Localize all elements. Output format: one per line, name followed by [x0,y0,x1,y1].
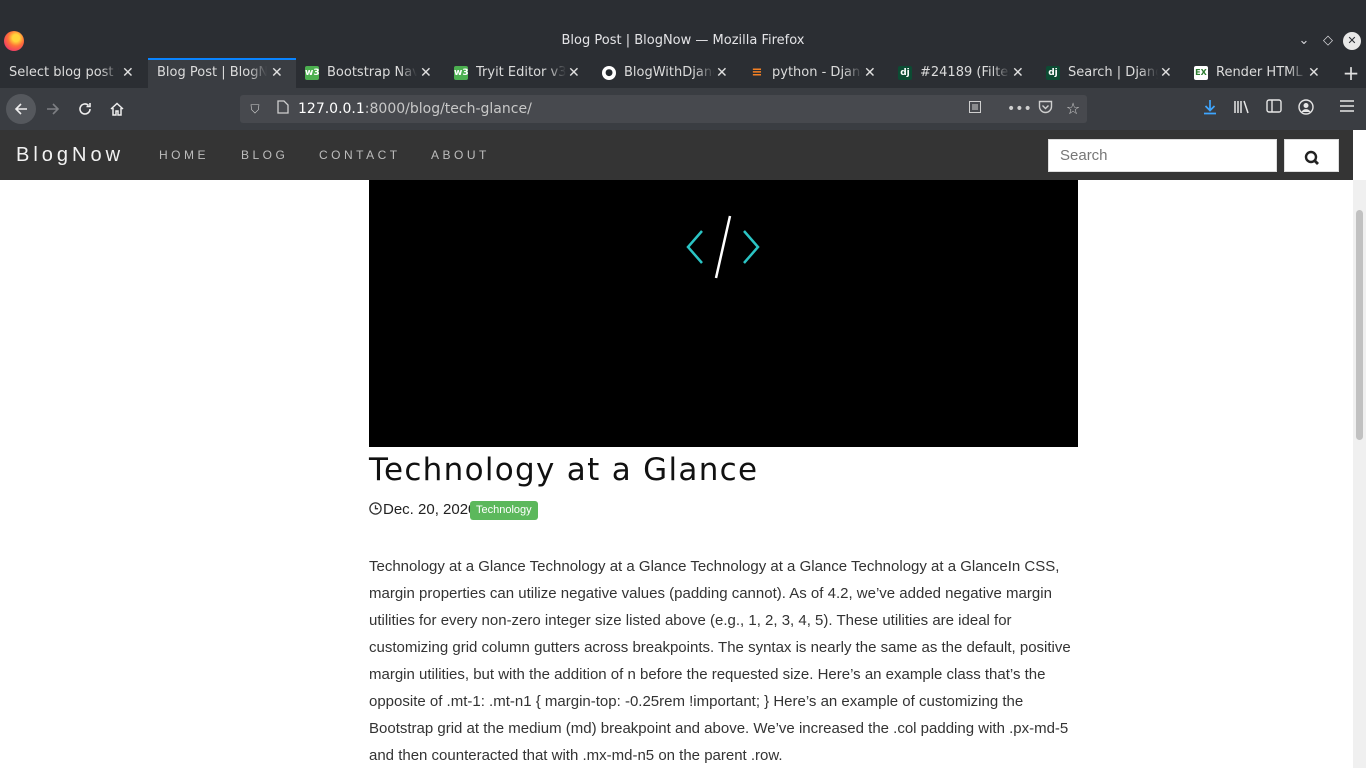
url-bar[interactable]: ⛉ 127.0.0.1:8000/blog/tech-glance/ ••• ☆ [240,95,1087,123]
tab-bootstrap-nav[interactable]: w3 Bootstrap Nav ✕ [296,58,444,88]
close-tab-icon[interactable]: ✕ [716,58,728,88]
pocket-icon[interactable] [1036,100,1054,118]
close-tab-icon[interactable]: ✕ [1012,58,1024,88]
django-favicon-icon: dj [898,66,912,80]
close-tab-icon[interactable]: ✕ [864,58,876,88]
nav-contact[interactable]: CONTACT [319,130,401,180]
close-tab-icon[interactable]: ✕ [1308,58,1320,88]
window-title: Blog Post | BlogNow — Mozilla Firefox [561,33,805,48]
django-favicon-icon: dj [1046,66,1060,80]
category-badge[interactable]: Technology [470,501,538,520]
hamburger-menu-icon[interactable] [1337,99,1357,119]
new-tab-button[interactable]: + [1340,58,1362,88]
close-tab-icon[interactable]: ✕ [271,60,283,88]
tab-label: Search | Djang [1068,58,1158,88]
shield-icon[interactable]: ⛉ [246,100,264,118]
tab-tryit-editor[interactable]: w3 Tryit Editor v3. ✕ [444,58,592,88]
page-icon [274,100,292,118]
render-html-favicon-icon: EX [1194,66,1208,80]
tab-select-blog-post[interactable]: Select blog post t ✕ [0,58,148,88]
close-tab-icon[interactable]: ✕ [1160,58,1172,88]
arrow-right-icon [47,103,60,115]
library-icon[interactable] [1232,99,1252,119]
minimize-icon[interactable]: ⌄ [1295,32,1313,50]
tab-label: Blog Post | BlogN [157,60,267,88]
post-body: Technology at a Glance Technology at a G… [369,558,1071,764]
reload-button[interactable] [72,96,98,122]
site-brand[interactable]: BlogNow [16,130,124,180]
home-button[interactable] [104,96,130,122]
scrollbar-thumb[interactable] [1356,210,1363,440]
arrow-left-icon [14,103,27,115]
tab-github[interactable]: ● BlogWithDjang ✕ [592,58,740,88]
nav-about[interactable]: ABOUT [431,130,490,180]
nav-home[interactable]: HOME [159,130,209,180]
close-tab-icon[interactable]: ✕ [122,58,134,88]
github-favicon-icon: ● [602,66,616,80]
close-window-icon[interactable]: ✕ [1343,32,1361,50]
star-icon[interactable]: ☆ [1064,100,1082,118]
tab-label: #24189 (Filter [920,58,1010,88]
nav-blog[interactable]: BLOG [241,130,288,180]
forward-button[interactable] [40,96,66,122]
w3schools-favicon-icon: w3 [454,66,469,80]
tab-label: python - Djang [772,58,862,88]
tab-blog-post[interactable]: Blog Post | BlogN ✕ [148,58,296,88]
back-button[interactable] [6,94,36,124]
page-scrollbar[interactable] [1353,180,1366,768]
tab-label: BlogWithDjang [624,58,714,88]
clock-icon [369,502,382,515]
search-button[interactable] [1284,139,1339,172]
browser-titlebar: Blog Post | BlogNow — Mozilla Firefox ⌄ … [0,0,1366,58]
tab-label: Tryit Editor v3. [476,58,566,88]
more-icon[interactable]: ••• [1007,100,1032,118]
tab-label: Bootstrap Nav [327,58,417,88]
post-title: Technology at a Glance [369,452,759,488]
stackoverflow-favicon-icon: ≡ [751,65,763,80]
home-icon [110,102,124,116]
reader-view-icon[interactable] [966,100,984,118]
close-tab-icon[interactable]: ✕ [568,58,580,88]
tab-django-ticket[interactable]: dj #24189 (Filter ✕ [888,58,1036,88]
search-icon [1304,150,1319,165]
close-tab-icon[interactable]: ✕ [420,58,432,88]
url-text[interactable]: 127.0.0.1:8000/blog/tech-glance/ [298,95,532,123]
search-input[interactable]: Search [1048,139,1277,172]
sidebar-icon[interactable] [1264,99,1284,119]
tab-stackoverflow[interactable]: ≡ python - Djang ✕ [740,58,888,88]
account-icon[interactable] [1296,99,1316,119]
post-date: Dec. 20, 2020 [383,501,477,518]
tab-label: Render HTML [1216,58,1306,88]
w3schools-favicon-icon: w3 [305,66,320,80]
tab-label: Select blog post t [9,58,119,88]
maximize-icon[interactable]: ◇ [1319,32,1337,50]
reload-icon [79,103,91,115]
download-icon[interactable] [1200,99,1220,119]
tab-render-html[interactable]: EX Render HTML ✕ [1184,58,1332,88]
tab-strip: Select blog post t ✕ Blog Post | BlogN ✕… [0,58,1366,88]
tab-django-search[interactable]: dj Search | Djang ✕ [1036,58,1184,88]
